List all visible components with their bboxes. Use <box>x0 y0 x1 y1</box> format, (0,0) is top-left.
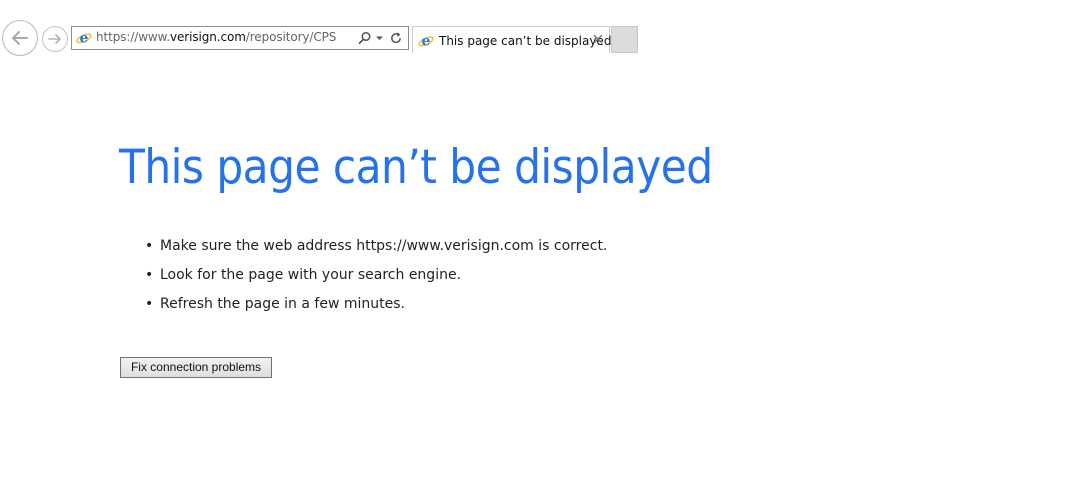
tab-title: This page can’t be displayed <box>439 34 612 48</box>
browser-toolbar: e https://www.verisign.com/repository/CP… <box>0 0 1080 56</box>
address-url[interactable]: https://www.verisign.com/repository/CPS <box>96 30 336 44</box>
suggestion-item: Look for the page with your search engin… <box>145 265 607 294</box>
new-tab-button[interactable] <box>611 26 638 53</box>
refresh-icon[interactable] <box>389 31 403 45</box>
tab-active[interactable]: e This page can’t be displayed <box>412 26 612 53</box>
page-title: This page can’t be displayed <box>119 140 713 195</box>
svg-text:e: e <box>80 31 89 46</box>
suggestion-item: Refresh the page in a few minutes. <box>145 294 607 323</box>
svg-text:e: e <box>422 34 431 49</box>
search-icon[interactable] <box>358 31 372 45</box>
address-bar[interactable]: e https://www.verisign.com/repository/CP… <box>71 26 409 50</box>
url-path: /repository/CPS <box>245 30 337 44</box>
suggestion-list: Make sure the web address https://www.ve… <box>145 236 607 323</box>
address-tools <box>358 30 403 46</box>
url-host: verisign.com <box>169 30 246 44</box>
suggestion-item: Make sure the web address https://www.ve… <box>145 236 607 265</box>
back-arrow-icon <box>12 31 28 45</box>
fix-connection-problems-button[interactable]: Fix connection problems <box>120 357 272 378</box>
back-button[interactable] <box>2 20 38 56</box>
internet-explorer-icon: e <box>76 31 92 46</box>
url-prefix: https://www. <box>96 30 170 44</box>
close-icon[interactable] <box>591 32 605 46</box>
internet-explorer-icon: e <box>418 34 434 49</box>
dropdown-arrow-icon[interactable] <box>374 31 385 45</box>
forward-button[interactable] <box>42 26 68 52</box>
forward-arrow-icon <box>48 34 61 44</box>
